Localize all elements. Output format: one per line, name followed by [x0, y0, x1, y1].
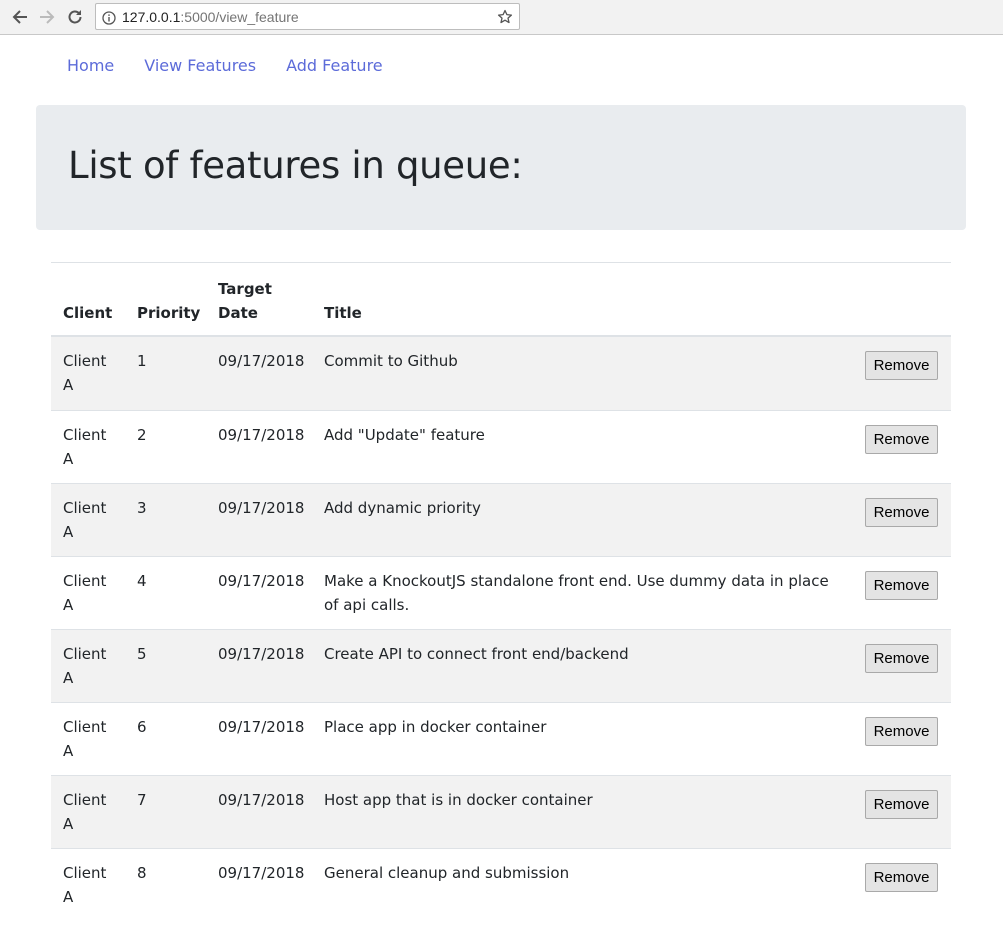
- cell-title: Make a KnockoutJS standalone front end. …: [324, 572, 829, 614]
- column-header-title: Title: [324, 304, 362, 322]
- table-body: Client A 1 09/17/2018 Commit to Github R…: [51, 337, 951, 921]
- cell-title: Create API to connect front end/backend: [324, 645, 629, 663]
- cell-priority: 7: [137, 791, 147, 809]
- remove-button[interactable]: Remove: [865, 863, 938, 892]
- table-row: Client A 7 09/17/2018 Host app that is i…: [51, 775, 951, 848]
- table-row: Client A 6 09/17/2018 Place app in docke…: [51, 702, 951, 775]
- features-table: Client Priority Target Date Title Client …: [51, 262, 951, 921]
- remove-button[interactable]: Remove: [865, 425, 938, 454]
- remove-button[interactable]: Remove: [865, 790, 938, 819]
- table-row: Client A 4 09/17/2018 Make a KnockoutJS …: [51, 556, 951, 629]
- cell-client: Client A: [63, 352, 107, 394]
- url-path: :5000/view_feature: [180, 9, 299, 25]
- info-icon[interactable]: [102, 10, 116, 25]
- cell-target-date: 09/17/2018: [218, 572, 305, 590]
- remove-button[interactable]: Remove: [865, 644, 938, 673]
- column-header-target-date-line1: Target: [218, 280, 272, 298]
- remove-button[interactable]: Remove: [865, 351, 938, 380]
- table-row: Client A 5 09/17/2018 Create API to conn…: [51, 629, 951, 702]
- bookmark-star-icon[interactable]: [497, 9, 513, 25]
- url-host: 127.0.0.1: [122, 9, 181, 25]
- cell-priority: 8: [137, 864, 147, 882]
- column-header-target-date: Target Date: [218, 277, 272, 325]
- remove-button[interactable]: Remove: [865, 717, 938, 746]
- table-row: Client A 2 09/17/2018 Add "Update" featu…: [51, 410, 951, 483]
- table-row: Client A 3 09/17/2018 Add dynamic priori…: [51, 483, 951, 556]
- column-header-priority: Priority: [137, 304, 201, 322]
- main-nav: Home View Features Add Feature: [52, 54, 398, 78]
- cell-title: Add "Update" feature: [324, 426, 485, 444]
- cell-target-date: 09/17/2018: [218, 352, 305, 370]
- address-bar[interactable]: 127.0.0.1:5000/view_feature: [95, 3, 520, 30]
- cell-priority: 1: [137, 352, 147, 370]
- column-header-target-date-line2: Date: [218, 304, 258, 322]
- cell-title: Place app in docker container: [324, 718, 547, 736]
- url-text[interactable]: 127.0.0.1:5000/view_feature: [122, 9, 299, 25]
- cell-target-date: 09/17/2018: [218, 499, 305, 517]
- cell-title: Add dynamic priority: [324, 499, 481, 517]
- nav-link-view-features[interactable]: View Features: [129, 54, 271, 78]
- nav-link-add-feature[interactable]: Add Feature: [271, 54, 398, 78]
- cell-priority: 2: [137, 426, 147, 444]
- cell-priority: 6: [137, 718, 147, 736]
- browser-toolbar: 127.0.0.1:5000/view_feature: [0, 0, 1003, 35]
- table-row: Client A 1 09/17/2018 Commit to Github R…: [51, 337, 951, 410]
- cell-target-date: 09/17/2018: [218, 791, 305, 809]
- cell-priority: 4: [137, 572, 147, 590]
- cell-client: Client A: [63, 718, 107, 760]
- cell-title: General cleanup and submission: [324, 864, 570, 882]
- table-header: Client Priority Target Date Title: [51, 263, 951, 337]
- cell-client: Client A: [63, 864, 107, 906]
- cell-priority: 5: [137, 645, 147, 663]
- column-header-client: Client: [63, 304, 113, 322]
- cell-client: Client A: [63, 791, 107, 833]
- cell-target-date: 09/17/2018: [218, 426, 305, 444]
- table-row: Client A 8 09/17/2018 General cleanup an…: [51, 848, 951, 921]
- remove-button[interactable]: Remove: [865, 571, 938, 600]
- back-arrow-icon[interactable]: [9, 6, 31, 28]
- cell-target-date: 09/17/2018: [218, 864, 305, 882]
- cell-title: Commit to Github: [324, 352, 458, 370]
- cell-priority: 3: [137, 499, 147, 517]
- reload-icon[interactable]: [64, 6, 86, 28]
- cell-client: Client A: [63, 572, 107, 614]
- cell-client: Client A: [63, 426, 107, 468]
- cell-title: Host app that is in docker container: [324, 791, 593, 809]
- cell-client: Client A: [63, 645, 107, 687]
- page-title: List of features in queue:: [68, 144, 523, 187]
- cell-target-date: 09/17/2018: [218, 718, 305, 736]
- nav-link-home[interactable]: Home: [52, 54, 129, 78]
- cell-target-date: 09/17/2018: [218, 645, 305, 663]
- header-jumbotron: List of features in queue:: [36, 105, 966, 230]
- cell-client: Client A: [63, 499, 107, 541]
- remove-button[interactable]: Remove: [865, 498, 938, 527]
- forward-arrow-icon[interactable]: [36, 6, 58, 28]
